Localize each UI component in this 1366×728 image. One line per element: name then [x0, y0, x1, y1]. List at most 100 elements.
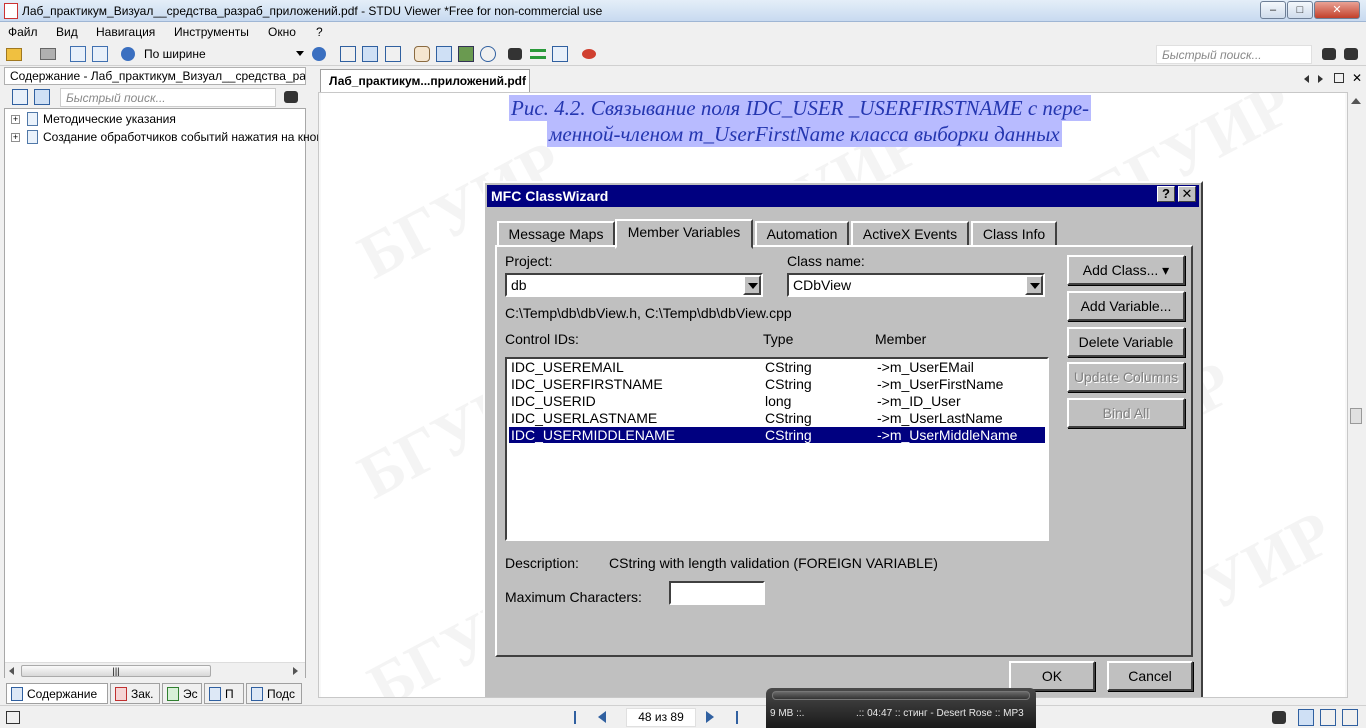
fit-page-icon[interactable]: [340, 46, 356, 62]
print-icon[interactable]: [40, 48, 56, 60]
status-bar: 48 из 89: [0, 705, 1366, 728]
class-name-label: Class name:: [787, 253, 865, 269]
expand-icon[interactable]: +: [11, 115, 20, 124]
copy-page-icon[interactable]: [70, 46, 86, 62]
document-icon: [27, 130, 38, 144]
contents-icon: [11, 687, 23, 701]
bind-all-button: Bind All: [1067, 398, 1185, 428]
document-tab-bar: Лаб_практикум...приложений.pdf ✕: [316, 67, 1366, 92]
menu-help[interactable]: ?: [316, 25, 323, 39]
bookmark-icon: [115, 687, 127, 701]
description-value: CString with length validation (FOREIGN …: [609, 555, 938, 571]
contents-search-icon[interactable]: [284, 91, 298, 103]
close-button[interactable]: ✕: [1314, 1, 1360, 19]
document-viewport[interactable]: БГУИР БГУИР БГУИР БГУИР БГУИР БГУИР БГУИ…: [318, 92, 1348, 698]
chevron-down-icon: [296, 51, 304, 56]
media-progress-bar[interactable]: [772, 691, 1030, 700]
tree-expand-icon[interactable]: [12, 89, 28, 105]
figure-caption-line1: Рис. 4.2. Связывание поля IDC_USER _USER…: [509, 95, 1092, 121]
menu-bar: Файл Вид Навигация Инструменты Окно ?: [0, 22, 1366, 42]
contents-search-input[interactable]: Быстрый поиск...: [60, 88, 276, 107]
add-class-button: Add Class... ▾: [1067, 255, 1185, 285]
page-layout-icon[interactable]: [92, 46, 108, 62]
app-icon: [4, 3, 18, 19]
contents-tree: + Методические указания + Создание обраб…: [4, 108, 335, 678]
snapshot-icon[interactable]: [480, 46, 496, 62]
scrollbar-thumb[interactable]: [1350, 408, 1362, 424]
page-indicator[interactable]: 48 из 89: [626, 708, 696, 727]
chevron-down-icon: [743, 275, 761, 295]
tray-icon[interactable]: [1272, 711, 1286, 724]
contents-panel-title: Содержание - Лаб_практикум_Визуал__средс…: [4, 67, 306, 85]
tab-prev-icon[interactable]: [1304, 75, 1309, 83]
search-binoculars-icon[interactable]: [1322, 48, 1336, 60]
menu-window[interactable]: Окно: [268, 25, 296, 39]
figure-caption-line2: менной-членом m_UserFirstName класса выб…: [547, 121, 1062, 147]
zoom-out-icon[interactable]: [121, 47, 135, 61]
tab-document[interactable]: Лаб_практикум...приложений.pdf: [320, 69, 530, 92]
dialog-help-button: ?: [1157, 186, 1175, 202]
first-page-icon[interactable]: [574, 711, 588, 724]
fit-width-icon[interactable]: [362, 46, 378, 62]
fit-height-icon[interactable]: [385, 46, 401, 62]
two-page-view-icon[interactable]: [1320, 709, 1336, 726]
vertical-scrollbar[interactable]: [1348, 92, 1364, 698]
contents-horizontal-scrollbar[interactable]: |||: [5, 662, 305, 678]
continuous-view-icon[interactable]: [1342, 709, 1358, 726]
tab-highlights[interactable]: Подс: [246, 683, 302, 704]
expand-icon[interactable]: +: [11, 133, 20, 142]
delete-variable-button: Delete Variable: [1067, 327, 1185, 357]
menu-file[interactable]: Файл: [8, 25, 38, 39]
copy-icon[interactable]: [552, 46, 568, 62]
list-item-selected: IDC_USERMIDDLENAME CString ->m_UserMiddleN…: [508, 426, 1046, 444]
class-name-combo: CDbView: [787, 273, 1045, 297]
thumbnails-icon: [167, 687, 179, 701]
tab-list-icon[interactable]: [1334, 73, 1344, 83]
scrollbar-thumb[interactable]: |||: [21, 665, 211, 677]
search-options-icon[interactable]: [1344, 48, 1358, 60]
minimize-button[interactable]: –: [1260, 1, 1286, 19]
scroll-up-icon[interactable]: [1351, 98, 1361, 104]
find-icon[interactable]: [508, 48, 522, 60]
zoom-select[interactable]: По ширине: [140, 45, 308, 63]
media-track: .:: 04:47 :: стинг - Desert Rose :: MP3: [856, 708, 1024, 719]
scroll-left-icon[interactable]: [9, 667, 14, 675]
scroll-right-icon[interactable]: [293, 667, 298, 675]
menu-view[interactable]: Вид: [56, 25, 78, 39]
tree-item-label: Методические указания: [43, 112, 176, 126]
tab-next-icon[interactable]: [1318, 75, 1323, 83]
pdf-page: БГУИР БГУИР БГУИР БГУИР БГУИР БГУИР БГУИ…: [321, 93, 1345, 697]
tab-thumbnails[interactable]: Эс: [162, 683, 202, 704]
menu-tools[interactable]: Инструменты: [174, 25, 249, 39]
open-folder-icon[interactable]: [6, 48, 22, 61]
hand-tool-icon[interactable]: [414, 46, 430, 62]
media-player-widget[interactable]: 9 MB ::. .:: 04:47 :: стинг - Desert Ros…: [766, 688, 1036, 728]
cancel-button: Cancel: [1107, 661, 1193, 691]
image-select-icon[interactable]: [458, 46, 474, 62]
tab-search[interactable]: П: [204, 683, 244, 704]
tree-options-icon[interactable]: [34, 89, 50, 105]
project-value: db: [511, 277, 527, 293]
document-icon: [27, 112, 38, 126]
tab-bookmarks[interactable]: Зак.: [110, 683, 160, 704]
dialog-close-button: ✕: [1178, 186, 1196, 202]
highlights-icon: [251, 687, 263, 701]
quick-search-input[interactable]: Быстрый поиск...: [1156, 45, 1312, 64]
tab-contents[interactable]: Содержание: [6, 683, 108, 704]
last-page-icon[interactable]: [726, 711, 738, 724]
project-combo: db: [505, 273, 763, 297]
next-page-icon[interactable]: [706, 711, 714, 723]
highlight-icon[interactable]: [582, 49, 596, 59]
maximize-button[interactable]: □: [1287, 1, 1313, 19]
prev-page-icon[interactable]: [598, 711, 606, 723]
menu-navigation[interactable]: Навигация: [96, 25, 155, 39]
mfc-classwizard-dialog: MFC ClassWizard ? ✕ Message Maps Member …: [483, 181, 1203, 697]
tab-close-icon[interactable]: ✕: [1352, 71, 1362, 85]
update-columns-button: Update Columns: [1067, 362, 1185, 392]
description-label: Description:: [505, 555, 579, 571]
column-control-ids: Control IDs:: [505, 331, 579, 347]
zoom-in-icon[interactable]: [312, 47, 326, 61]
text-select-icon[interactable]: [436, 46, 452, 62]
sync-arrows-icon[interactable]: [530, 49, 546, 59]
single-page-view-icon[interactable]: [1298, 709, 1314, 726]
